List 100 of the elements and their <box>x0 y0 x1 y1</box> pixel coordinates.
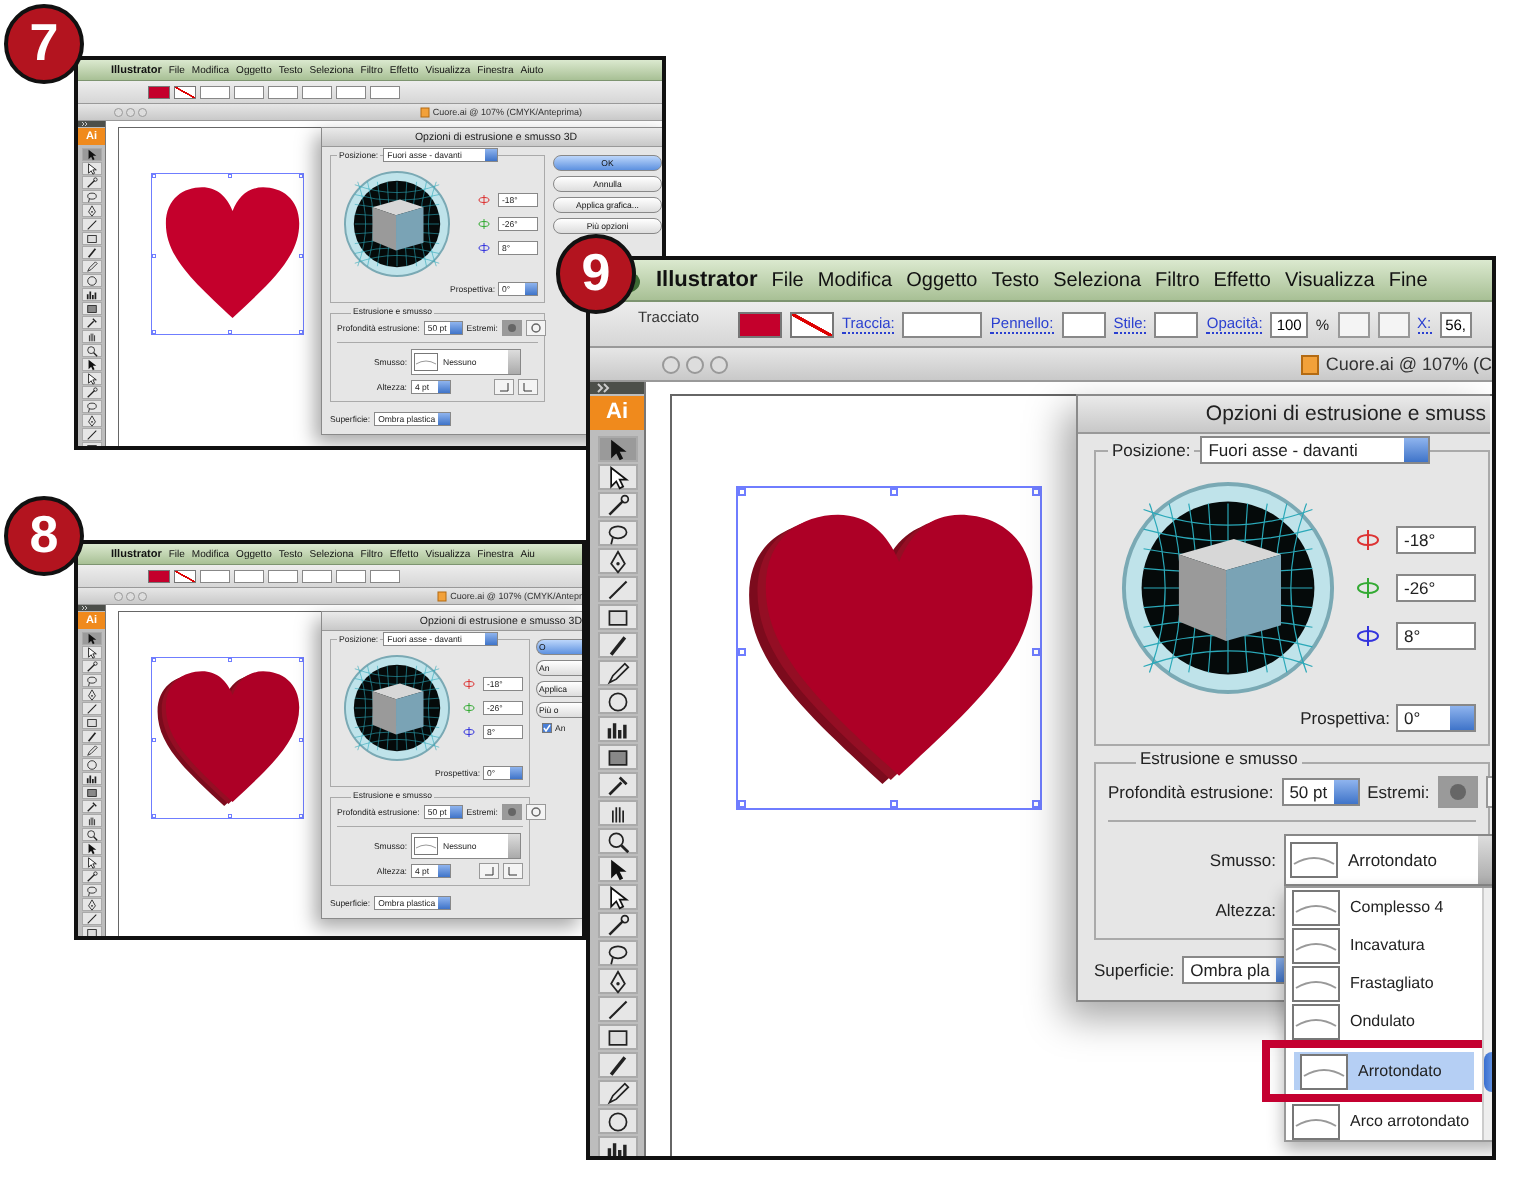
rotation-trackball[interactable] <box>343 654 451 762</box>
tool-button[interactable] <box>81 218 102 231</box>
tool-button[interactable] <box>597 520 637 546</box>
dropdown-option[interactable]: Ondulato <box>1286 1002 1482 1040</box>
dropdown-option[interactable]: Complesso 4 <box>1286 888 1482 926</box>
tool-button[interactable] <box>81 688 102 701</box>
fill-swatch[interactable] <box>148 85 170 99</box>
tool-button[interactable] <box>597 576 637 602</box>
tool-button[interactable] <box>81 176 102 189</box>
option-field[interactable] <box>268 85 298 99</box>
depth-field[interactable]: 50 pt <box>1281 778 1360 806</box>
cap-button[interactable] <box>525 804 546 820</box>
menu-item[interactable]: Testo <box>991 269 1040 291</box>
stroke-weight-field[interactable] <box>902 311 983 337</box>
tool-button[interactable] <box>81 772 102 785</box>
tool-button[interactable] <box>81 632 102 645</box>
menu-item[interactable]: File <box>771 269 804 291</box>
tool-button[interactable] <box>597 604 637 630</box>
menu-item[interactable]: Visualizza <box>1285 269 1375 291</box>
tool-button[interactable] <box>81 926 102 936</box>
tool-button[interactable] <box>81 716 102 729</box>
option-field[interactable] <box>234 85 264 99</box>
tool-button[interactable] <box>597 912 637 938</box>
tool-button[interactable] <box>597 772 637 798</box>
tool-button[interactable] <box>81 702 102 715</box>
option-field[interactable] <box>200 569 230 583</box>
menu-item[interactable]: Illustrator <box>656 268 758 292</box>
tool-button[interactable] <box>597 1052 637 1078</box>
fill-swatch[interactable] <box>148 569 170 583</box>
tool-button[interactable] <box>81 898 102 911</box>
tool-button[interactable] <box>597 996 637 1022</box>
align-button[interactable] <box>1377 311 1409 337</box>
tool-button[interactable] <box>597 1024 637 1050</box>
fill-swatch[interactable] <box>738 311 782 337</box>
option-field[interactable] <box>336 85 366 99</box>
menu-item[interactable]: Filtro <box>1155 269 1200 291</box>
tool-button[interactable] <box>597 800 637 826</box>
tool-button[interactable] <box>81 800 102 813</box>
option-field[interactable] <box>234 569 264 583</box>
tool-button[interactable] <box>81 428 102 441</box>
menu-item[interactable]: Seleziona <box>1053 269 1142 291</box>
tool-button[interactable] <box>81 204 102 217</box>
tool-button[interactable] <box>597 1080 637 1106</box>
option-field[interactable] <box>200 85 230 99</box>
option-field[interactable] <box>336 569 366 583</box>
tool-button[interactable] <box>81 358 102 371</box>
tool-button[interactable] <box>597 688 637 714</box>
cap-button[interactable] <box>501 804 522 820</box>
menu-item[interactable]: Oggetto <box>906 269 978 291</box>
brush-field[interactable] <box>1061 311 1106 337</box>
angle-field[interactable]: 8° <box>1396 622 1476 650</box>
option-field[interactable] <box>370 85 400 99</box>
bevel-select[interactable]: Arrotondato <box>1284 834 1492 886</box>
tool-button[interactable] <box>81 730 102 743</box>
no-stroke-swatch[interactable] <box>174 569 196 583</box>
tool-button[interactable] <box>81 148 102 161</box>
tool-button[interactable] <box>597 464 637 490</box>
cap-button[interactable] <box>501 320 522 336</box>
tool-button[interactable] <box>81 646 102 659</box>
tool-button[interactable] <box>81 660 102 673</box>
option-field[interactable] <box>302 85 332 99</box>
no-stroke-swatch[interactable] <box>174 85 196 99</box>
tool-button[interactable] <box>81 870 102 883</box>
cap-button[interactable] <box>525 320 546 336</box>
tool-button[interactable] <box>81 912 102 925</box>
rotation-trackball[interactable] <box>343 170 451 278</box>
tool-button[interactable] <box>81 246 102 259</box>
tool-button[interactable] <box>81 288 102 301</box>
tool-button[interactable] <box>597 968 637 994</box>
tool-button[interactable] <box>81 386 102 399</box>
cap-button[interactable] <box>1437 776 1478 808</box>
align-button[interactable] <box>1337 311 1369 337</box>
menu-item[interactable]: Fine <box>1388 269 1428 291</box>
tool-button[interactable] <box>81 372 102 385</box>
option-field[interactable] <box>370 569 400 583</box>
tool-button[interactable] <box>597 632 637 658</box>
tool-button[interactable] <box>81 842 102 855</box>
tool-button[interactable] <box>81 414 102 427</box>
bevel-direction-button[interactable] <box>494 379 514 395</box>
preview-checkbox[interactable] <box>542 723 552 733</box>
no-stroke-swatch[interactable] <box>790 311 834 337</box>
tool-button[interactable] <box>597 1108 637 1134</box>
dropdown-option[interactable]: Arco arrotondato <box>1286 1102 1482 1140</box>
bevel-direction-button[interactable] <box>518 379 538 395</box>
tool-button[interactable] <box>597 744 637 770</box>
tool-button[interactable] <box>81 274 102 287</box>
style-field[interactable] <box>1154 311 1199 337</box>
tool-button[interactable] <box>597 660 637 686</box>
tool-button[interactable] <box>81 316 102 329</box>
tool-button[interactable] <box>597 828 637 854</box>
angle-field[interactable]: -18° <box>1396 526 1476 554</box>
tool-button[interactable] <box>597 492 637 518</box>
tool-button[interactable] <box>597 884 637 910</box>
menu-item[interactable]: Modifica <box>817 269 893 291</box>
angle-field[interactable]: -26° <box>1396 574 1476 602</box>
perspective-field[interactable]: 0° <box>1396 704 1476 732</box>
position-select[interactable]: Fuori asse - davanti <box>1200 436 1431 464</box>
tool-button[interactable] <box>597 856 637 882</box>
tool-button[interactable] <box>597 548 637 574</box>
option-field[interactable] <box>268 569 298 583</box>
